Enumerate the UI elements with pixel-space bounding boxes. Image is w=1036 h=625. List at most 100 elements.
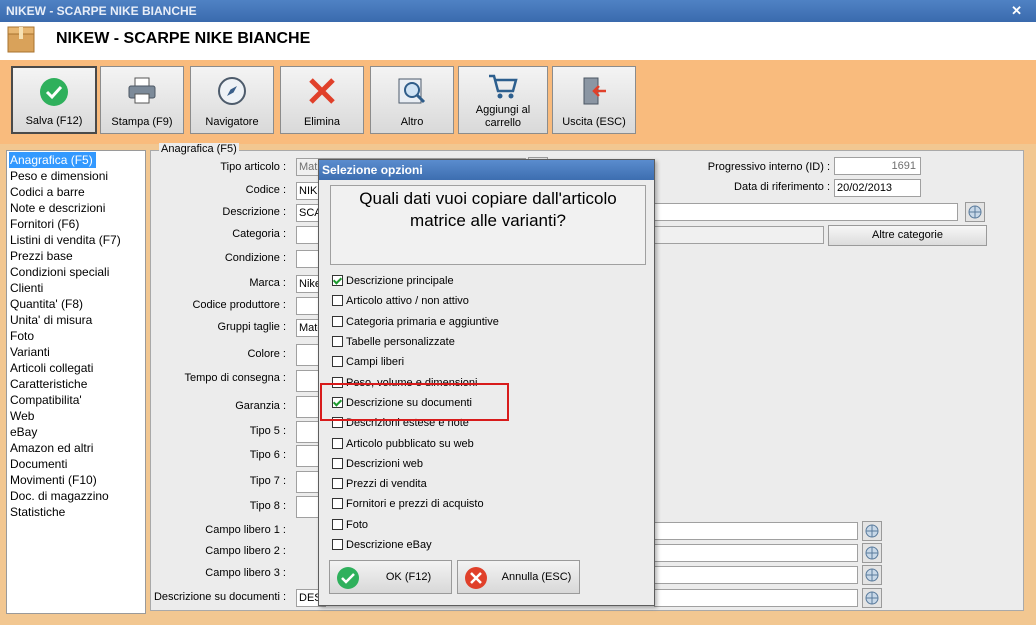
checkbox[interactable] [332,275,343,286]
dialog-question: Quali dati vuoi copiare dall'articolo ma… [330,185,646,265]
label-categoria: Categoria : [232,228,286,240]
checkbox[interactable] [332,519,343,530]
campo-libero-2-field[interactable] [654,544,858,562]
checkbox[interactable] [332,438,343,449]
globe-icon [865,568,879,582]
title-bar: NIKEW - SCARPE NIKE BIANCHE ✕ [0,0,1036,22]
close-icon[interactable]: ✕ [1011,0,1022,22]
campo-libero-1-field[interactable] [654,522,858,540]
globe-icon [865,591,879,605]
globe-icon [865,524,879,538]
label-campo-libero-1: Campo libero 1 : [205,524,286,536]
delete-x-icon [309,78,335,104]
checkbox[interactable] [332,295,343,306]
cancel-label: Annulla (ESC) [501,571,572,583]
descrizione-documenti-globe-button[interactable] [862,588,882,608]
option-descrizione-ebay[interactable]: Descrizione eBay [332,538,432,554]
campo-libero-1-globe-button[interactable] [862,521,882,541]
checkbox[interactable] [332,336,343,347]
sidebar-item-note[interactable]: Note e descrizioni [10,200,105,216]
sidebar-item-prezzi-base[interactable]: Prezzi base [10,248,73,264]
delete-button[interactable]: Elimina [280,66,364,134]
campo-libero-3-field[interactable] [654,566,858,584]
sidebar-item-clienti[interactable]: Clienti [10,280,43,296]
dialog-title: Selezione opzioni [319,160,654,180]
toolbar: Salva (F12) Stampa (F9) Navigatore Elimi… [0,60,1036,144]
sidebar-item-peso[interactable]: Peso e dimensioni [10,168,108,184]
option-descrizione-principale[interactable]: Descrizione principale [332,274,454,290]
checkbox[interactable] [332,458,343,469]
label-progressivo: Progressivo interno (ID) : [707,161,830,173]
other-label: Altro [400,116,424,128]
option-campi-liberi[interactable]: Campi liberi [332,355,404,371]
cart-icon [489,74,518,99]
magnifier-icon [398,78,426,104]
checkbox[interactable] [332,356,343,367]
navigator-button[interactable]: Navigatore [190,66,274,134]
sidebar-item-articoli-collegati[interactable]: Articoli collegati [10,360,93,376]
sidebar-item-foto[interactable]: Foto [10,328,34,344]
option-categoria-primaria[interactable]: Categoria primaria e aggiuntive [332,315,499,331]
sidebar-item-documenti[interactable]: Documenti [10,456,67,472]
sidebar-item-statistiche[interactable]: Statistiche [10,504,65,520]
other-button[interactable]: Altro [370,66,454,134]
checkbox[interactable] [332,316,343,327]
globe-icon [968,205,982,219]
ok-button[interactable]: OK (F12) [329,560,452,594]
sidebar-item-listini[interactable]: Listini di vendita (F7) [10,232,121,248]
sidebar-item-varianti[interactable]: Varianti [10,344,50,360]
option-prezzi-vendita[interactable]: Prezzi di vendita [332,477,427,493]
sidebar-item-doc-magazzino[interactable]: Doc. di magazzino [10,488,109,504]
option-articolo-attivo[interactable]: Articolo attivo / non attivo [332,294,469,310]
exit-button[interactable]: Uscita (ESC) [552,66,636,134]
altre-categorie-button[interactable]: Altre categorie [828,225,987,246]
descrizione-globe-button[interactable] [965,202,985,222]
sidebar-item-ebay[interactable]: eBay [10,424,37,440]
label-tipo5: Tipo 5 : [249,425,286,437]
sidebar-item-caratteristiche[interactable]: Caratteristiche [10,376,87,392]
sidebar-item-compatibilita[interactable]: Compatibilita' [10,392,82,408]
add-to-cart-button[interactable]: Aggiungi al carrello [458,66,548,134]
print-button[interactable]: Stampa (F9) [100,66,184,134]
label-condizione: Condizione : [224,252,286,264]
descrizione-field-extended[interactable] [654,203,958,221]
checkbox[interactable] [332,478,343,489]
page-title: NIKEW - SCARPE NIKE BIANCHE [56,30,311,47]
navigator-label: Navigatore [205,116,259,128]
add-to-cart-label: Aggiungi al carrello [475,104,531,129]
option-tabelle-personalizzate[interactable]: Tabelle personalizzate [332,335,455,351]
campo-libero-2-globe-button[interactable] [862,543,882,563]
cancel-x-icon [465,567,487,589]
sidebar-item-anagrafica[interactable]: Anagrafica (F5) [9,152,96,168]
sidebar-item-quantita[interactable]: Quantita' (F8) [10,296,83,312]
globe-icon [865,546,879,560]
sidebar-item-codici[interactable]: Codici a barre [10,184,85,200]
label-codice: Codice : [245,184,286,196]
option-descrizioni-web[interactable]: Descrizioni web [332,457,423,473]
sidebar-item-movimenti[interactable]: Movimenti (F10) [10,472,97,488]
exit-door-icon [583,77,606,105]
sidebar-item-amazon[interactable]: Amazon ed altri [10,440,93,456]
label-campo-libero-3: Campo libero 3 : [205,567,286,579]
option-fornitori-prezzi[interactable]: Fornitori e prezzi di acquisto [332,497,484,513]
descrizione-documenti-field-extended[interactable] [654,589,858,607]
label-tipo-articolo: Tipo articolo : [220,161,286,173]
sidebar-item-web[interactable]: Web [10,408,34,424]
option-articolo-pubblicato-web[interactable]: Articolo pubblicato su web [332,437,474,453]
sidebar-item-unita[interactable]: Unita' di misura [10,312,92,328]
data-riferimento-field[interactable]: 20/02/2013 [834,179,921,197]
label-marca: Marca : [249,277,286,289]
label-campo-libero-2: Campo libero 2 : [205,545,286,557]
option-foto[interactable]: Foto [332,518,368,534]
campo-libero-3-globe-button[interactable] [862,565,882,585]
label-tipo7: Tipo 7 : [249,475,286,487]
save-button[interactable]: Salva (F12) [11,66,97,134]
label-gruppi-taglie: Gruppi taglie : [217,321,286,333]
checkbox[interactable] [332,539,343,550]
delete-label: Elimina [303,116,341,128]
sidebar-item-fornitori[interactable]: Fornitori (F6) [10,216,79,232]
categoria-field-extended [654,226,824,244]
cancel-button[interactable]: Annulla (ESC) [457,560,580,594]
checkbox[interactable] [332,498,343,509]
sidebar-item-condizioni[interactable]: Condizioni speciali [10,264,109,280]
